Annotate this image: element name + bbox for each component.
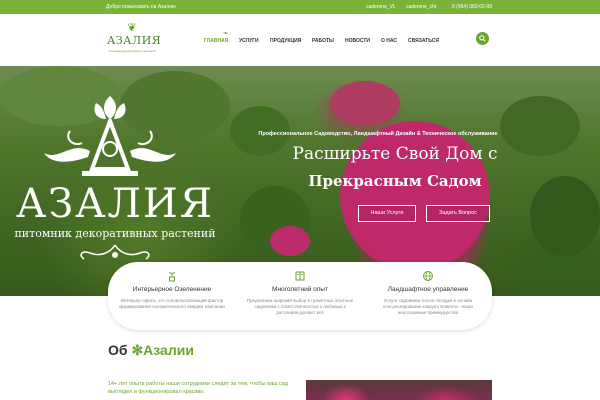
book-icon [295,271,305,281]
globe-icon [423,271,433,281]
ornament-icon [80,244,150,260]
nav-item-products[interactable]: ПРОДУКЦИЯ [270,38,301,44]
feature-description: Услуга садовника после посадки и онлайн … [383,298,473,315]
feature-title: Многолетний опыт [272,286,328,293]
hero-logo: АЗАЛИЯ питомник декоративных растений [0,91,230,261]
nav-item-services[interactable]: УСЛУГИ [239,38,259,44]
our-services-button[interactable]: Наши Услуги [358,205,416,222]
feature-card-interior[interactable]: Интерьерное Озеленение Интерьер офиса, э… [112,270,232,310]
emblem-icon [44,96,176,176]
welcome-text: Добро пожаловать на Азалию [106,4,176,10]
hero-tagline: Профессиональное Садоводство, Ландшафтны… [258,131,498,137]
social-link-vk[interactable]: caderene_VL [366,4,396,10]
about-heading-prefix: Об [108,342,128,358]
hero-brand-slogan: питомник декоративных растений [14,227,216,240]
feature-description: Интерьер офиса, это основополагающий фак… [119,298,225,309]
site-header: ❦ АЗАЛИЯ питомник декоративных растений … [0,14,600,66]
hero-heading-line1: Расширьте Свой Дом с [292,144,498,164]
nav-item-news[interactable]: НОВОСТИ [345,38,370,44]
about-heading-highlight: ✻Азалии [131,342,194,358]
feature-description: Предлагаем широкий выбор в грамотных опы… [246,298,354,315]
logo-name: АЗАЛИЯ [107,34,162,47]
nav-item-contact[interactable]: СВЯЗАТЬСЯ [408,38,439,44]
logo-tagline: питомник декоративных растений [108,49,156,53]
feature-title: Ландшафтное управление [387,286,469,293]
nav-item-home[interactable]: ГЛАВНАЯ [204,38,228,44]
nav-item-works[interactable]: РАБОТЫ [312,38,334,44]
search-button[interactable] [476,32,489,45]
features-panel: Интерьерное Озеленение Интерьер офиса, э… [108,262,492,330]
top-bar: Добро пожаловать на Азалию caderene_VL c… [0,0,600,14]
flower-icon: ❦ [127,22,137,34]
feature-card-landscape[interactable]: Ландшафтное управление Услуга садовника … [368,270,488,316]
hero-brand-name: АЗАЛИЯ [15,181,215,227]
feature-card-experience[interactable]: Многолетний опыт Предлагаем широкий выбо… [240,270,360,316]
social-link-instagram[interactable]: caderene_chr [406,4,437,10]
search-icon [479,35,486,42]
ask-question-button[interactable]: Задать Вопрос [426,205,490,222]
phone-number[interactable]: 8 (964) 060-02-00 [452,4,492,10]
nav-item-about[interactable]: О НАС [381,38,397,44]
hero-heading-line2: Прекрасным Садом [308,172,482,190]
leaf-icon: ❧ [223,31,229,37]
about-heading: Об ✻Азалии [108,342,194,359]
feature-title: Интерьерное Озеленение [132,286,212,293]
plant-icon [168,272,176,282]
about-image [306,380,492,400]
site-logo[interactable]: ❦ АЗАЛИЯ питомник декоративных растений [107,22,162,58]
about-text: 14+ лет опыта работы наши сотрудники сле… [108,381,288,395]
